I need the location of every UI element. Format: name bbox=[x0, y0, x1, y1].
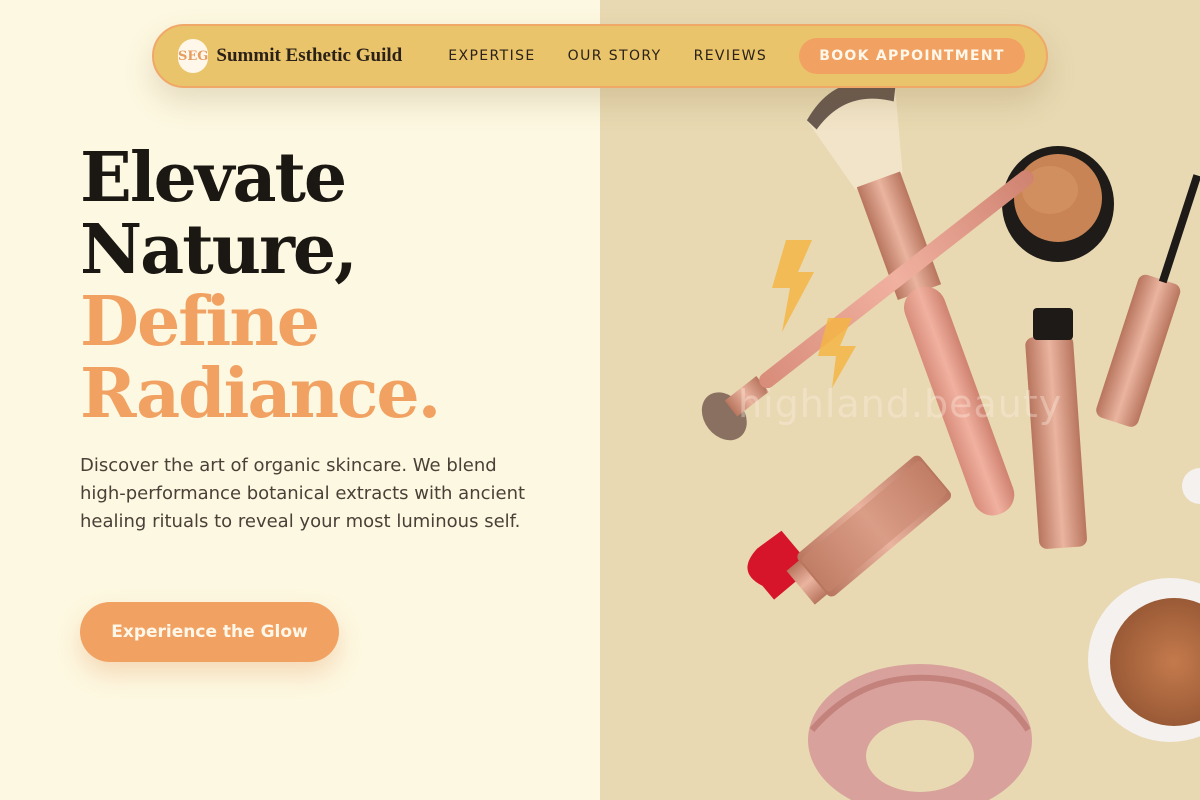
brand-name[interactable]: Summit Esthetic Guild bbox=[216, 45, 402, 67]
top-navbar: SEG Summit Esthetic Guild EXPERTISE OUR … bbox=[152, 24, 1048, 88]
scrunchie-icon bbox=[808, 664, 1032, 800]
hero-title-line-3: Define bbox=[80, 282, 320, 362]
nav-link-our-story[interactable]: OUR STORY bbox=[568, 48, 662, 64]
powder-icon bbox=[1088, 468, 1200, 742]
nav-links: EXPERTISE OUR STORY REVIEWS bbox=[448, 48, 799, 64]
watermark-text: highland.beauty bbox=[738, 382, 1063, 426]
logo-badge[interactable]: SEG bbox=[178, 39, 209, 73]
makeup-brush-icon bbox=[701, 82, 1034, 516]
hero-title: Elevate Nature, Define Radiance. bbox=[80, 142, 580, 430]
book-appointment-button[interactable]: BOOK APPOINTMENT bbox=[799, 38, 1025, 74]
nav-link-expertise[interactable]: EXPERTISE bbox=[448, 48, 535, 64]
compact-icon bbox=[1002, 146, 1114, 262]
experience-glow-button[interactable]: Experience the Glow bbox=[80, 602, 339, 662]
hero-description: Discover the art of organic skincare. We… bbox=[80, 455, 526, 532]
lipstick-icon bbox=[747, 455, 952, 605]
hero-title-line-1: Elevate bbox=[80, 138, 347, 218]
hero-title-line-4: Radiance. bbox=[80, 354, 441, 434]
nav-link-reviews[interactable]: REVIEWS bbox=[694, 48, 768, 64]
hero-title-line-2: Nature, bbox=[80, 210, 358, 290]
